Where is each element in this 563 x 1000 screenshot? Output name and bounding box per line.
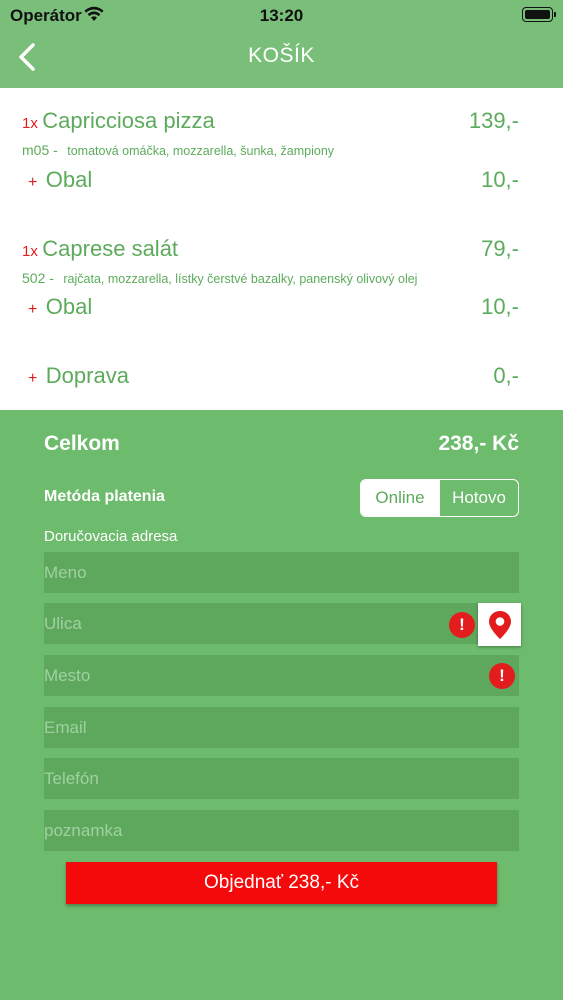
note-input[interactable] — [44, 810, 519, 851]
item-qty: 1x — [22, 243, 38, 260]
item-description: 502 - rajčata, mozzarella, lístky čerstv… — [22, 270, 519, 288]
extra-item: + Obal 10,- — [22, 294, 519, 320]
page-title: KOŠÍK — [248, 44, 315, 67]
battery-icon — [522, 7, 556, 22]
delivery-name: Doprava — [45, 363, 129, 388]
total-label: Celkom — [44, 432, 120, 455]
payment-method-label: Metóda platenia — [44, 488, 165, 505]
name-input[interactable] — [44, 552, 519, 593]
plus-sign: + — [28, 370, 38, 387]
plus-sign: + — [28, 174, 38, 191]
item-name: Caprese salát — [42, 236, 179, 261]
extra-name: Obal — [45, 294, 93, 319]
status-time: 13:20 — [259, 6, 304, 25]
street-warning-icon: ! — [449, 612, 475, 638]
header: Operátor 13:20 KOŠÍK — [0, 0, 563, 88]
city-input[interactable] — [44, 655, 519, 696]
phone-input[interactable] — [44, 758, 519, 799]
street-input[interactable] — [44, 603, 519, 644]
cart-item: 1x Caprese salát 79,- — [22, 236, 519, 262]
plus-sign: + — [28, 301, 38, 318]
delivery-price: 0,- — [493, 363, 519, 388]
item-price: 139,- — [468, 108, 519, 133]
extra-name: Obal — [45, 167, 93, 192]
payment-cash-option[interactable]: Hotovo — [439, 480, 518, 516]
item-name: Capricciosa pizza — [42, 108, 215, 133]
payment-online-option[interactable]: Online — [361, 480, 439, 516]
item-code: 502 - — [22, 270, 54, 286]
extra-item: + Obal 10,- — [22, 167, 519, 193]
cart-item: 1x Capricciosa pizza 139,- — [22, 108, 519, 134]
item-qty: 1x — [22, 115, 38, 132]
delivery-row: + Doprava 0,- — [22, 363, 519, 389]
extra-price: 10,- — [481, 294, 519, 319]
item-ingredients: rajčata, mozzarella, lístky čerstvé baza… — [63, 272, 418, 286]
location-pin-icon — [488, 610, 511, 639]
city-warning-icon: ! — [489, 663, 515, 689]
order-summary: Celkom 238,- Kč Metóda platenia Online H… — [0, 410, 563, 1000]
email-input[interactable] — [44, 707, 519, 748]
item-description: m05 - tomatová omáčka, mozzarella, šunka… — [22, 142, 519, 160]
cart-list: 1x Capricciosa pizza 139,- m05 - tomatov… — [0, 88, 563, 410]
extra-price: 10,- — [481, 167, 519, 192]
map-location-button[interactable] — [478, 603, 521, 646]
payment-method-selector: Online Hotovo — [360, 479, 519, 517]
order-button[interactable]: Objednať 238,- Kč — [66, 862, 497, 904]
delivery-address-label: Doručovacia adresa — [44, 528, 178, 545]
item-code: m05 - — [22, 142, 58, 158]
item-price: 79,- — [481, 236, 519, 261]
total-value: 238,- Kč — [438, 432, 519, 455]
item-ingredients: tomatová omáčka, mozzarella, šunka, žamp… — [67, 144, 335, 158]
